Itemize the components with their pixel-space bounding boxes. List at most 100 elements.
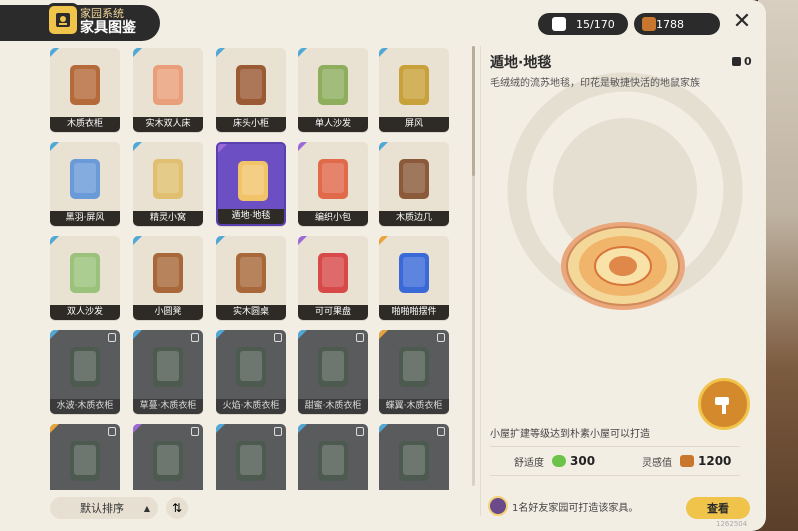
furniture-name: 编织小包 — [298, 211, 368, 226]
rarity-marker — [50, 48, 59, 57]
rarity-marker — [379, 236, 388, 245]
rarity-marker — [50, 424, 59, 433]
lock-icon — [108, 333, 116, 342]
furniture-name: 木质边几 — [379, 211, 449, 226]
furniture-name: 屏风 — [379, 117, 449, 132]
furniture-card[interactable]: 蝶翼·木质衣柜 — [379, 330, 449, 414]
furniture-card[interactable]: 实木圆桌 — [216, 236, 286, 320]
furniture-name: 双人沙发 — [50, 305, 120, 320]
lock-icon — [191, 427, 199, 436]
furniture-name: 黑羽·屏风 — [50, 211, 120, 226]
friend-avatar — [488, 496, 508, 516]
furniture-card[interactable]: 双人沙发 — [50, 236, 120, 320]
furniture-thumbnail — [60, 150, 110, 206]
grid-scrollbar[interactable] — [472, 46, 475, 486]
sort-dropdown[interactable]: 默认排序 ▲ — [50, 497, 158, 519]
panel-divider — [480, 46, 481, 516]
rarity-marker — [216, 330, 225, 339]
comfort-icon — [552, 455, 566, 467]
scrollbar-thumb[interactable] — [472, 46, 475, 176]
friend-hint-row: 1名好友家园可打造该家具。 — [488, 496, 638, 516]
furniture-thumbnail — [226, 244, 276, 300]
furniture-card[interactable]: 小圆凳 — [133, 236, 203, 320]
furniture-name: 实木圆桌 — [216, 305, 286, 320]
rarity-marker — [298, 236, 307, 245]
furniture-thumbnail — [308, 338, 358, 394]
furniture-card[interactable]: 屏风 — [379, 48, 449, 132]
furniture-thumbnail — [226, 338, 276, 394]
furniture-card[interactable]: 啪啪啪摆件 — [379, 236, 449, 320]
lock-icon — [437, 427, 445, 436]
furniture-card[interactable]: 火焰·木质衣柜 — [216, 330, 286, 414]
furniture-thumbnail — [60, 56, 110, 112]
inventory-icon — [732, 57, 741, 66]
furniture-name: 实木双人床 — [133, 117, 203, 132]
furniture-card[interactable] — [133, 424, 203, 490]
furniture-catalog-panel: 家园系统 家具图鉴 15/170 1788 ✕ 木质衣柜 实木双人床 床头小柜 单人沙… — [0, 0, 766, 531]
furniture-name: 草蔓·木质衣柜 — [133, 399, 203, 414]
rarity-marker — [50, 236, 59, 245]
system-subtitle: 家园系统 — [80, 7, 124, 20]
rarity-marker — [133, 424, 142, 433]
furniture-thumbnail — [143, 338, 193, 394]
furniture-card[interactable]: 水波·木质衣柜 — [50, 330, 120, 414]
furniture-card[interactable]: 木质衣柜 — [50, 48, 120, 132]
hammer-icon — [715, 397, 729, 414]
furniture-name: 单人沙发 — [298, 117, 368, 132]
furniture-name: 蝶翼·木质衣柜 — [379, 399, 449, 414]
furniture-name: 木质衣柜 — [50, 117, 120, 132]
furniture-card[interactable]: 草蔓·木质衣柜 — [133, 330, 203, 414]
lock-icon — [108, 427, 116, 436]
furniture-card[interactable] — [50, 424, 120, 490]
rarity-marker — [216, 48, 225, 57]
furniture-thumbnail — [60, 244, 110, 300]
furniture-name: 床头小柜 — [216, 117, 286, 132]
furniture-thumbnail — [389, 432, 439, 488]
furniture-card[interactable] — [216, 424, 286, 490]
furniture-card[interactable]: 床头小柜 — [216, 48, 286, 132]
furniture-name: 精灵小窝 — [133, 211, 203, 226]
furniture-card[interactable]: 可可果盘 — [298, 236, 368, 320]
furniture-thumbnail — [60, 432, 110, 488]
item-name: 遁地·地毯 — [490, 55, 552, 71]
furniture-thumbnail — [228, 152, 278, 208]
inspiration-label: 灵感值 — [642, 457, 672, 469]
furniture-thumbnail — [143, 56, 193, 112]
craft-button[interactable] — [698, 378, 750, 430]
furniture-card[interactable]: 编织小包 — [298, 142, 368, 226]
furniture-card[interactable]: 遁地·地毯 — [216, 142, 286, 226]
furniture-card[interactable] — [379, 424, 449, 490]
rarity-marker — [379, 330, 388, 339]
furniture-card[interactable]: 甜蜜·木质衣柜 — [298, 330, 368, 414]
collection-count: 15/170 — [576, 17, 615, 31]
lock-icon — [356, 427, 364, 436]
sort-order-button[interactable]: ⇅ — [166, 497, 188, 519]
furniture-thumbnail — [143, 432, 193, 488]
furniture-card[interactable]: 实木双人床 — [133, 48, 203, 132]
furniture-name: 啪啪啪摆件 — [379, 305, 449, 320]
lock-icon — [274, 427, 282, 436]
furniture-name: 遁地·地毯 — [218, 209, 284, 224]
furniture-name: 甜蜜·木质衣柜 — [298, 399, 368, 414]
rarity-marker — [298, 142, 307, 151]
lock-icon — [356, 333, 364, 342]
close-button[interactable]: ✕ — [731, 11, 753, 33]
currency-counter: 1788 — [634, 13, 720, 35]
furniture-name: 火焰·木质衣柜 — [216, 399, 286, 414]
furniture-thumbnail — [389, 150, 439, 206]
item-description: 毛绒绒的流苏地毯，印花是敏捷快活的地鼠家族 — [490, 78, 700, 89]
furniture-thumbnail — [308, 244, 358, 300]
furniture-card[interactable]: 黑羽·屏风 — [50, 142, 120, 226]
inspiration-value: 1200 — [698, 454, 732, 468]
rarity-marker — [218, 144, 227, 153]
wood-currency-icon — [642, 17, 656, 31]
rarity-marker — [298, 48, 307, 57]
sort-arrow-icon: ▲ — [143, 504, 150, 513]
furniture-card[interactable] — [298, 424, 368, 490]
comfort-label: 舒适度 — [514, 457, 544, 469]
rarity-marker — [50, 330, 59, 339]
furniture-card[interactable]: 单人沙发 — [298, 48, 368, 132]
view-button[interactable]: 查看 — [686, 497, 750, 519]
furniture-card[interactable]: 精灵小窝 — [133, 142, 203, 226]
furniture-card[interactable]: 木质边几 — [379, 142, 449, 226]
